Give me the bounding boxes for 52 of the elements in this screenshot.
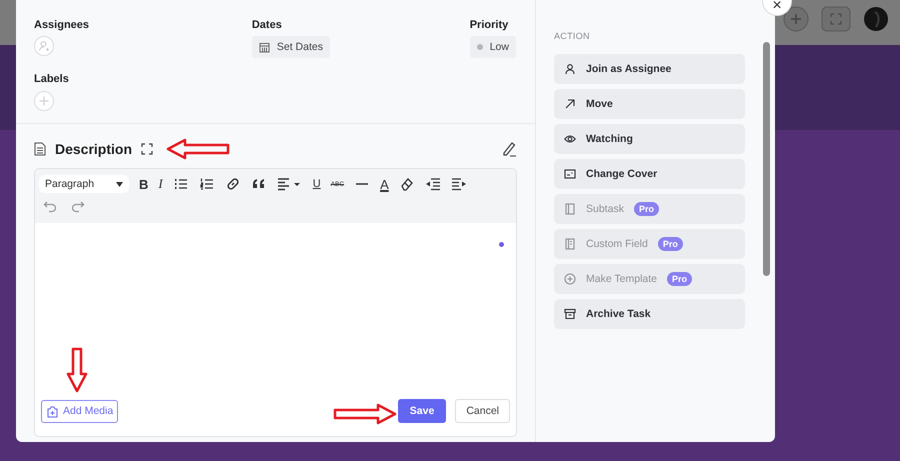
field-label: Labels <box>34 73 69 85</box>
priority-button[interactable]: Low <box>470 36 516 58</box>
save-button[interactable]: Save <box>398 399 446 423</box>
align-left-icon[interactable] <box>276 176 303 192</box>
arrow-annotation <box>166 138 230 160</box>
pro-badge: Pro <box>658 237 683 251</box>
action-button[interactable]: Change Cover <box>554 159 745 189</box>
field-label: Dates <box>252 19 282 31</box>
outdent-icon[interactable] <box>424 176 441 192</box>
pencil-icon[interactable] <box>501 141 517 157</box>
arrow-annotation <box>66 347 88 393</box>
action-button[interactable]: Join as Assignee <box>554 54 745 84</box>
columns-icon <box>564 238 576 250</box>
person-icon <box>564 63 576 75</box>
numbered-list-icon[interactable] <box>198 176 215 192</box>
camera-plus-icon <box>46 404 59 418</box>
bullet-list-icon[interactable] <box>172 176 189 192</box>
panel-icon <box>564 203 576 215</box>
format-button[interactable]: U <box>312 178 321 190</box>
arrow-annotation <box>333 403 397 425</box>
indent-icon[interactable] <box>450 176 467 192</box>
eraser-icon[interactable] <box>398 176 415 192</box>
section-title: Description <box>55 141 132 157</box>
action-button[interactable]: Watching <box>554 124 745 154</box>
cancel-button[interactable]: Cancel <box>455 399 510 423</box>
calendar-icon <box>258 42 270 52</box>
cursor-dot-icon <box>499 242 504 247</box>
link-icon[interactable] <box>224 176 241 192</box>
circle-plus-icon <box>564 273 576 285</box>
avatar-icon[interactable] <box>863 6 889 32</box>
diagonal-arrow-icon <box>564 98 576 110</box>
text-editor[interactable]: Add Media Save Cancel <box>35 223 516 436</box>
section-heading: ACTION <box>554 31 591 41</box>
action-button[interactable]: Archive Task <box>554 299 745 329</box>
action-button[interactable]: Move <box>554 89 745 119</box>
archive-box-icon <box>564 308 576 320</box>
eye-icon <box>564 133 576 145</box>
set-dates-button[interactable]: Set Dates <box>252 36 330 58</box>
field-label: Priority <box>470 19 508 31</box>
caret-icon <box>116 182 123 186</box>
plus-icon[interactable] <box>783 6 809 32</box>
field-label: Assignees <box>34 19 90 31</box>
card-icon <box>564 168 576 180</box>
pro-badge: Pro <box>667 272 692 286</box>
expand-icon[interactable] <box>141 143 154 155</box>
document-icon <box>34 142 46 156</box>
pro-badge: Pro <box>634 202 659 216</box>
format-button[interactable]: I <box>158 176 163 192</box>
format-dropdown[interactable]: Paragraph <box>39 175 129 193</box>
add-media-button[interactable]: Add Media <box>41 400 118 422</box>
format-button[interactable]: B <box>139 176 148 192</box>
format-button[interactable]: A <box>380 176 389 192</box>
